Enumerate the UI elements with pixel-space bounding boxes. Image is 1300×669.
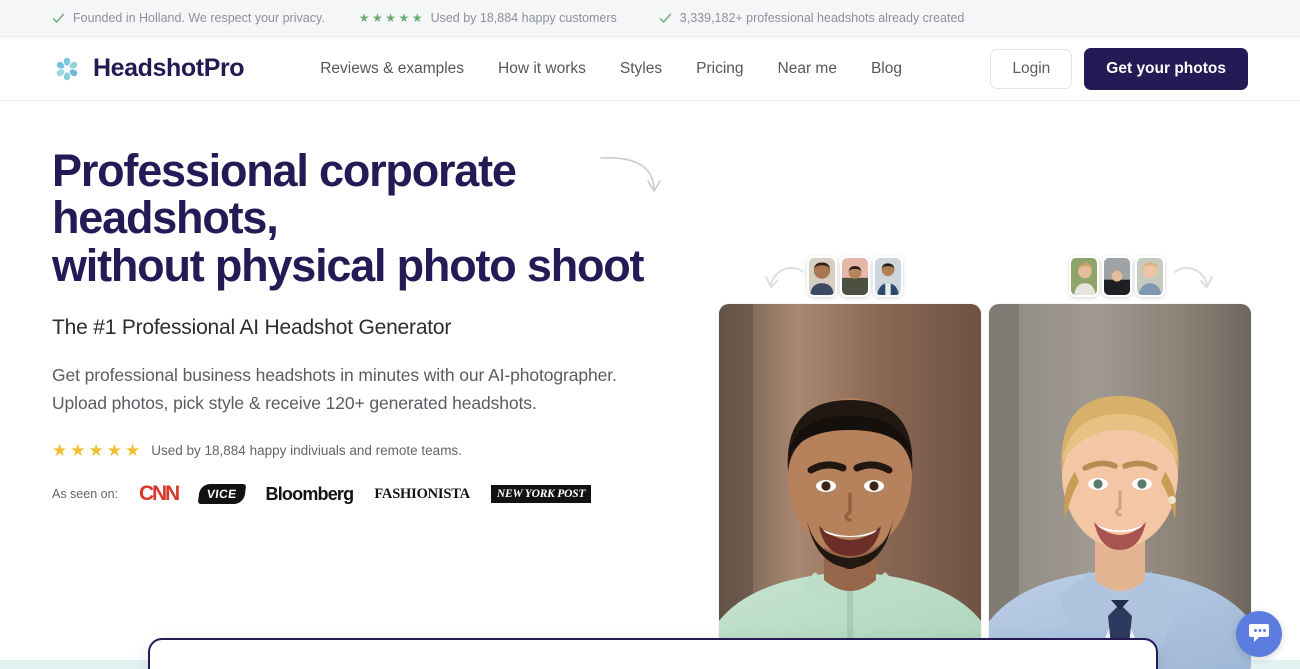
hero-body-text: Get professional business headshots in m… <box>52 362 632 418</box>
curved-arrow-icon <box>597 152 667 205</box>
signup-form-card: Company name Team size Create your team … <box>148 638 1158 669</box>
headline-line-1: Professional corporate headshots, <box>52 145 516 243</box>
thumbnail-image[interactable] <box>840 256 870 297</box>
chat-bubble-icon <box>1247 620 1271 649</box>
curved-arrow-left-icon <box>765 264 807 309</box>
check-icon <box>659 12 672 25</box>
trust-bar: Founded in Holland. We respect your priv… <box>0 0 1300 37</box>
rating-row: ★★★★★ Used by 18,884 happy indiviuals an… <box>52 442 692 459</box>
bloomberg-logo: Bloomberg <box>266 484 354 505</box>
thumbnail-strip-right <box>1069 256 1165 297</box>
thumbnail-image[interactable] <box>1135 256 1165 297</box>
trust-text-privacy: Founded in Holland. We respect your priv… <box>73 11 325 25</box>
hero-headshot-left <box>719 304 981 669</box>
check-icon <box>52 12 65 25</box>
hero-section: Professional corporate headshots, withou… <box>0 101 1300 669</box>
cnn-logo: CNN <box>139 482 178 506</box>
headshotpro-logo-icon <box>52 54 82 84</box>
press-label: As seen on: <box>52 487 118 501</box>
curved-arrow-right-icon <box>1171 264 1213 309</box>
fashionista-logo: FASHIONISTA <box>374 486 470 503</box>
thumbnail-image[interactable] <box>1069 256 1099 297</box>
nav-link-reviews[interactable]: Reviews & examples <box>320 60 464 78</box>
thumbnail-strip-left <box>807 256 903 297</box>
login-button[interactable]: Login <box>990 49 1072 89</box>
brand-logo[interactable]: HeadshotPro <box>52 54 244 84</box>
chat-widget-button[interactable] <box>1236 611 1282 657</box>
nav-actions: Login Get your photos <box>990 48 1248 90</box>
thumbnail-image[interactable] <box>873 256 903 297</box>
stars-icon: ★★★★★ <box>359 12 423 24</box>
hero-copy: Professional corporate headshots, withou… <box>52 147 692 506</box>
trust-text-customers: Used by 18,884 happy customers <box>431 11 617 25</box>
trust-item-headshots: 3,339,182+ professional headshots alread… <box>659 11 965 25</box>
page-title: Professional corporate headshots, withou… <box>52 147 692 289</box>
rating-text: Used by 18,884 happy indiviuals and remo… <box>151 443 462 458</box>
stars-icon: ★★★★★ <box>52 442 140 459</box>
main-navigation: HeadshotPro Reviews & examples How it wo… <box>0 37 1300 101</box>
nav-link-styles[interactable]: Styles <box>620 60 662 78</box>
nav-link-near-me[interactable]: Near me <box>778 60 837 78</box>
vice-logo: VICE <box>198 484 246 504</box>
nav-link-how-it-works[interactable]: How it works <box>498 60 586 78</box>
nav-links: Reviews & examples How it works Styles P… <box>320 60 902 78</box>
trust-item-privacy: Founded in Holland. We respect your priv… <box>52 11 325 25</box>
trust-text-headshots: 3,339,182+ professional headshots alread… <box>680 11 965 25</box>
hero-images <box>693 206 1253 666</box>
trust-item-customers: ★★★★★ Used by 18,884 happy customers <box>359 11 617 25</box>
press-logos-row: As seen on: CNN VICE Bloomberg FASHIONIS… <box>52 482 692 506</box>
hero-subheading: The #1 Professional AI Headshot Generato… <box>52 316 692 340</box>
brand-name: HeadshotPro <box>93 54 244 83</box>
new-york-post-logo: NEW YORK POST <box>491 485 591 503</box>
nav-link-pricing[interactable]: Pricing <box>696 60 743 78</box>
get-your-photos-button[interactable]: Get your photos <box>1084 48 1248 90</box>
thumbnail-image[interactable] <box>807 256 837 297</box>
headline-line-2: without physical photo shoot <box>52 240 643 291</box>
nav-link-blog[interactable]: Blog <box>871 60 902 78</box>
thumbnail-image[interactable] <box>1102 256 1132 297</box>
hero-headshot-right <box>989 304 1251 669</box>
